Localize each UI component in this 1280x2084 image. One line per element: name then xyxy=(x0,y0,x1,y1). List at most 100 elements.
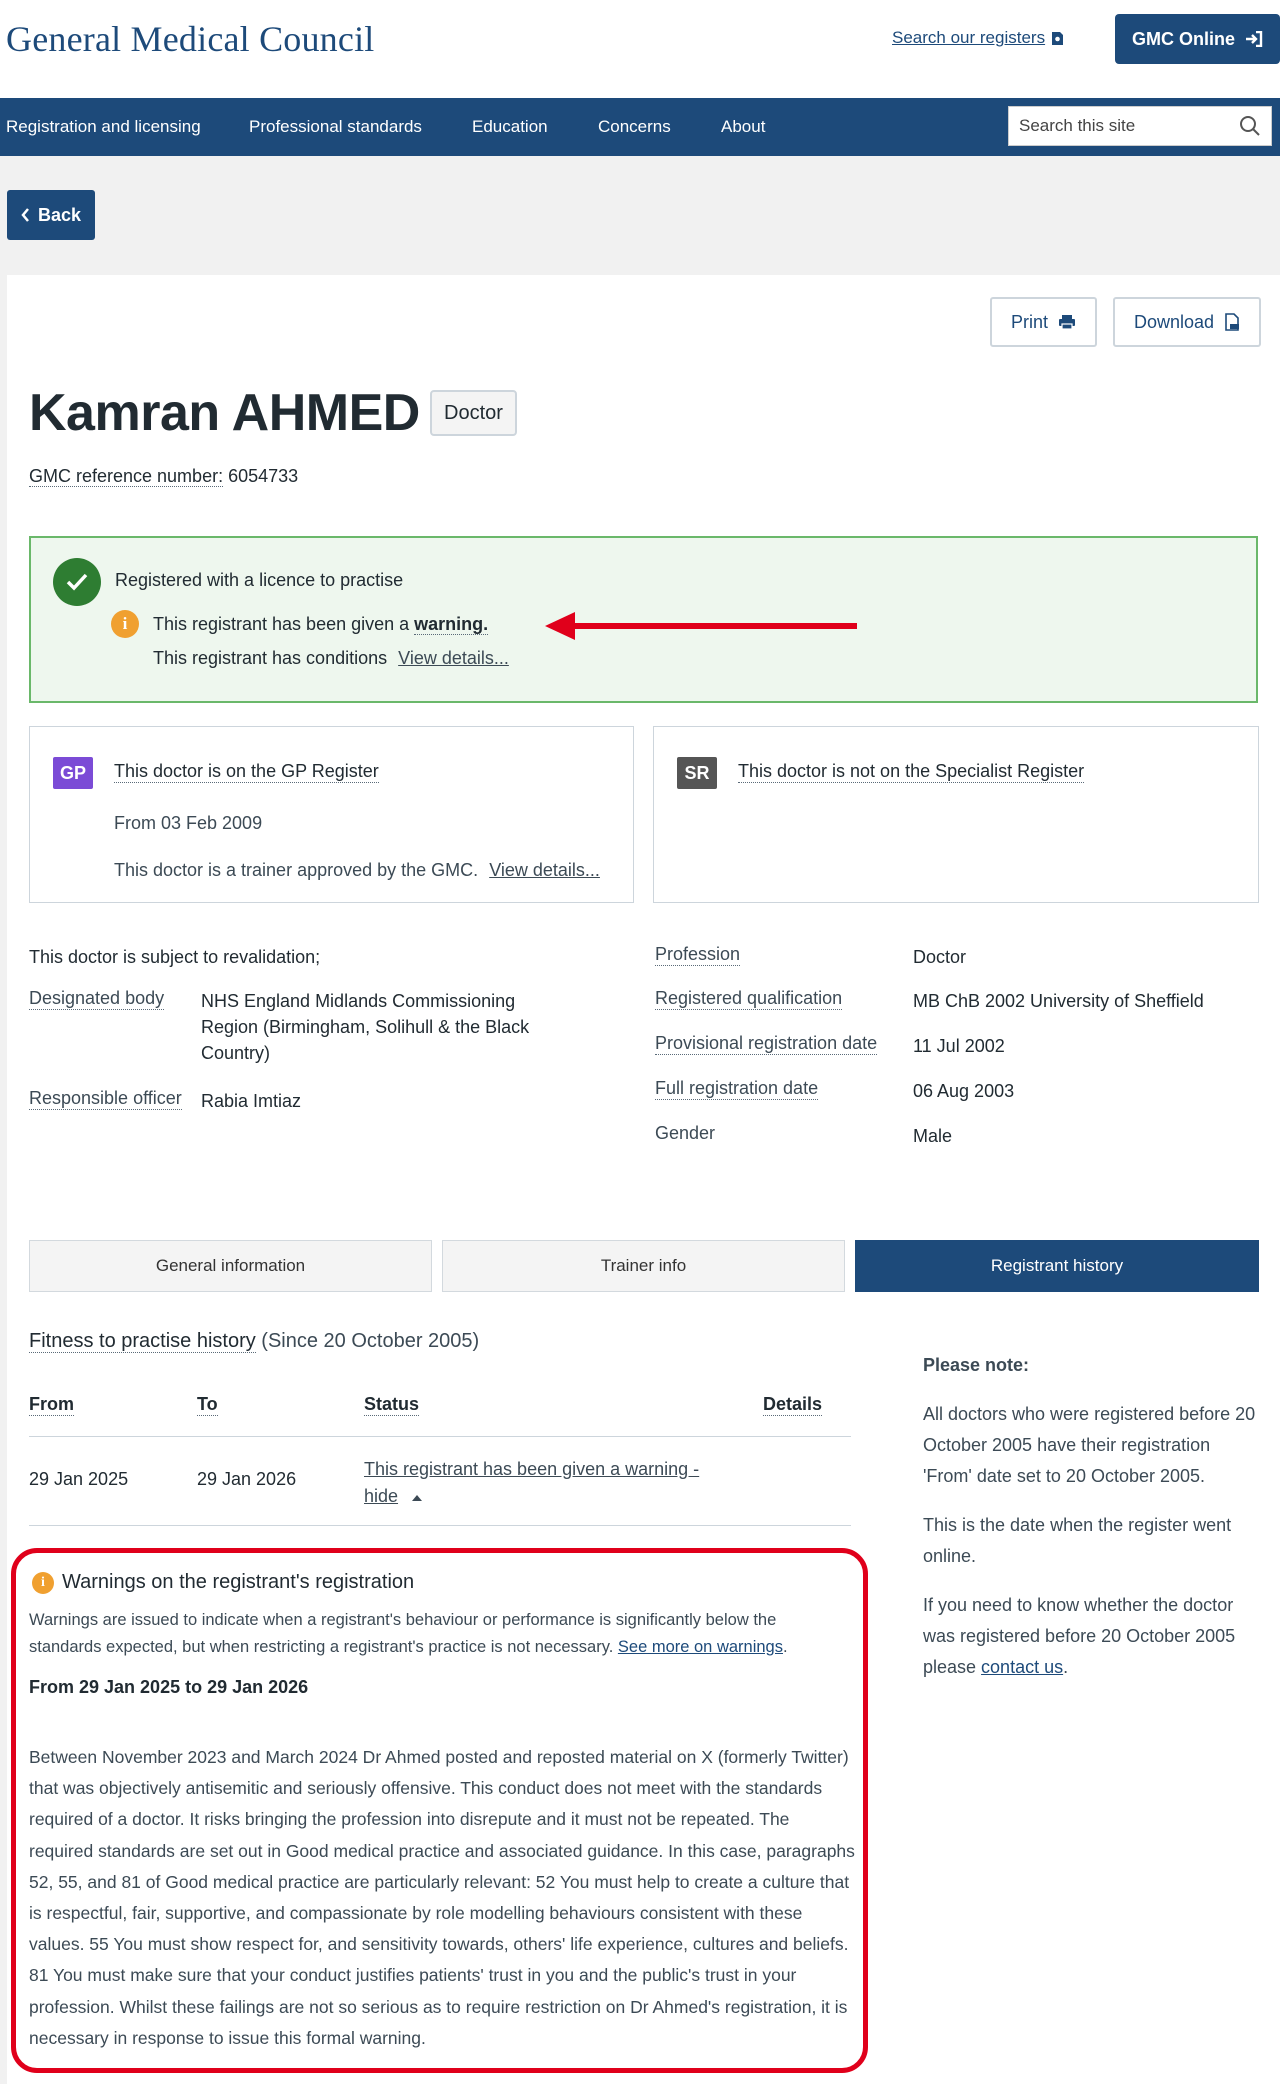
designated-body-value: NHS England Midlands Commissioning Regio… xyxy=(201,991,530,1063)
ftp-since: (Since 20 October 2005) xyxy=(255,1330,480,1352)
document-icon xyxy=(1052,31,1064,45)
gmc-reference: GMC reference number: 6054733 xyxy=(29,466,298,487)
responsible-officer-label[interactable]: Responsible officer xyxy=(29,1088,182,1110)
row-status: This registrant has been given a warning… xyxy=(364,1456,699,1510)
printer-icon xyxy=(1059,315,1075,330)
caret-up-icon xyxy=(412,1495,423,1501)
note-p3-text: If you need to know whether the doctor w… xyxy=(923,1595,1236,1677)
sr-register-title[interactable]: This doctor is not on the Specialist Reg… xyxy=(738,761,1085,783)
warning-link[interactable]: warning. xyxy=(414,614,489,635)
note-title: Please note: xyxy=(923,1355,1030,1375)
info-icon: i xyxy=(32,1571,54,1594)
chevron-left-icon xyxy=(21,208,29,222)
nav-registration[interactable]: Registration and licensing xyxy=(6,117,201,137)
print-label: Print xyxy=(1010,311,1048,332)
warnings-panel: i Warnings on the registrant's registrat… xyxy=(11,1548,868,2073)
gp-tag: GP xyxy=(53,757,93,789)
full-date-value: 06 Aug 2003 xyxy=(913,1081,1015,1101)
note-p3-end: . xyxy=(1063,1657,1069,1677)
search-registers-link[interactable]: Search our registers xyxy=(892,28,1064,48)
search-icon[interactable] xyxy=(1239,115,1261,137)
status-title: Registered with a licence to practise xyxy=(115,570,404,590)
pdf-icon xyxy=(1225,312,1240,331)
sr-tag: SR xyxy=(677,757,717,789)
revalidation-heading: This doctor is subject to revalidation; xyxy=(29,947,321,967)
gp-register-box: GP This doctor is on the GP Register Fro… xyxy=(29,726,634,903)
back-label: Back xyxy=(37,204,82,225)
conditions-view-details-link[interactable]: View details... xyxy=(398,648,509,668)
provisional-date-label[interactable]: Provisional registration date xyxy=(655,1033,878,1055)
note-paragraph-2: This is the date when the register went … xyxy=(923,1515,1232,1566)
gp-trainer-notice: This doctor is a trainer approved by the… xyxy=(114,860,600,881)
col-details[interactable]: Details xyxy=(763,1394,823,1416)
tab-registrant-history[interactable]: Registrant history xyxy=(855,1240,1259,1292)
please-note-panel: Please note: All doctors who were regist… xyxy=(923,1350,1263,1701)
qualification-value: MB ChB 2002 University of Sheffield xyxy=(913,991,1204,1011)
search-registers-label: Search our registers xyxy=(892,28,1046,47)
doctor-name: Kamran AHMED xyxy=(29,384,420,442)
nav-about[interactable]: About xyxy=(721,117,765,137)
col-status[interactable]: Status xyxy=(364,1394,420,1416)
hide-link[interactable]: hide xyxy=(364,1486,398,1506)
warnings-intro: Warnings are issued to indicate when a r… xyxy=(29,1607,849,1661)
check-icon xyxy=(53,558,101,606)
nav-education[interactable]: Education xyxy=(472,117,548,137)
nav-concerns[interactable]: Concerns xyxy=(598,117,671,137)
see-more-warnings-link[interactable]: See more on warnings xyxy=(618,1638,783,1656)
full-date-label[interactable]: Full registration date xyxy=(655,1078,819,1100)
provisional-date-value: 11 Jul 2002 xyxy=(913,1036,1005,1056)
gp-from-date: From 03 Feb 2009 xyxy=(114,813,263,833)
warnings-heading: i Warnings on the registrant's registrat… xyxy=(32,1571,414,1594)
designated-body-label[interactable]: Designated body xyxy=(29,988,165,1010)
site-search xyxy=(1008,106,1272,146)
gender-value: Male xyxy=(913,1126,953,1146)
col-to[interactable]: To xyxy=(197,1394,218,1416)
site-logo[interactable]: General Medical Council xyxy=(6,18,374,60)
gmc-reference-number: 6054733 xyxy=(228,466,299,486)
warning-body: Between November 2023 and March 2024 Dr … xyxy=(29,1747,855,2048)
gmc-online-button[interactable]: GMC Online xyxy=(1115,14,1280,64)
ftp-title-label[interactable]: Fitness to practise history xyxy=(29,1330,256,1353)
row-from: 29 Jan 2025 xyxy=(29,1469,129,1489)
download-label: Download xyxy=(1133,311,1215,332)
warning-prefix: This registrant has been given a xyxy=(153,614,415,634)
tab-trainer-info[interactable]: Trainer info xyxy=(442,1240,845,1292)
download-button[interactable]: Download xyxy=(1113,297,1261,347)
table-header-divider xyxy=(29,1436,851,1437)
gp-trainer-text: This doctor is a trainer approved by the… xyxy=(114,860,479,880)
profession-value: Doctor xyxy=(913,947,967,967)
gp-register-title[interactable]: This doctor is on the GP Register xyxy=(114,761,379,783)
sr-register-box: SR This doctor is not on the Specialist … xyxy=(653,726,1259,903)
profession-badge: Doctor xyxy=(430,390,517,436)
col-from[interactable]: From xyxy=(29,1394,74,1416)
note-paragraph-1: All doctors who were registered before 2… xyxy=(923,1404,1256,1486)
note-paragraph-3: If you need to know whether the doctor w… xyxy=(923,1590,1263,1683)
warning-period: From 29 Jan 2025 to 29 Jan 2026 xyxy=(29,1677,309,1697)
profession-label[interactable]: Profession xyxy=(655,944,741,966)
qualification-label[interactable]: Registered qualification xyxy=(655,988,843,1010)
print-button[interactable]: Print xyxy=(990,297,1097,347)
arrow-annotation xyxy=(545,612,857,640)
conditions-notice: This registrant has conditions View deta… xyxy=(153,648,509,669)
warning-status-link[interactable]: This registrant has been given a warning… xyxy=(364,1459,699,1479)
warning-notice: This registrant has been given a warning… xyxy=(153,614,489,635)
sign-in-icon xyxy=(1246,31,1263,47)
conditions-text: This registrant has conditions xyxy=(153,648,388,668)
gp-view-details-link[interactable]: View details... xyxy=(489,860,600,880)
gender-label: Gender xyxy=(655,1123,716,1143)
back-button[interactable]: Back xyxy=(7,190,95,240)
gmc-online-label: GMC Online xyxy=(1132,28,1235,49)
main-nav: Registration and licensing Professional … xyxy=(0,98,1280,156)
table-row-divider xyxy=(29,1525,851,1526)
warnings-heading-text: Warnings on the registrant's registratio… xyxy=(62,1571,415,1593)
row-to: 29 Jan 2026 xyxy=(197,1469,297,1489)
gmc-reference-label[interactable]: GMC reference number: xyxy=(29,466,224,487)
fitness-to-practise-title: Fitness to practise history (Since 20 Oc… xyxy=(29,1330,479,1353)
nav-professional-standards[interactable]: Professional standards xyxy=(249,117,422,137)
warnings-intro-end: . xyxy=(782,1638,788,1656)
contact-us-link[interactable]: contact us xyxy=(981,1657,1063,1677)
responsible-officer-value: Rabia Imtiaz xyxy=(201,1091,302,1111)
tab-general-information[interactable]: General information xyxy=(29,1240,432,1292)
info-icon: i xyxy=(111,610,139,638)
site-search-input[interactable] xyxy=(1019,116,1239,136)
